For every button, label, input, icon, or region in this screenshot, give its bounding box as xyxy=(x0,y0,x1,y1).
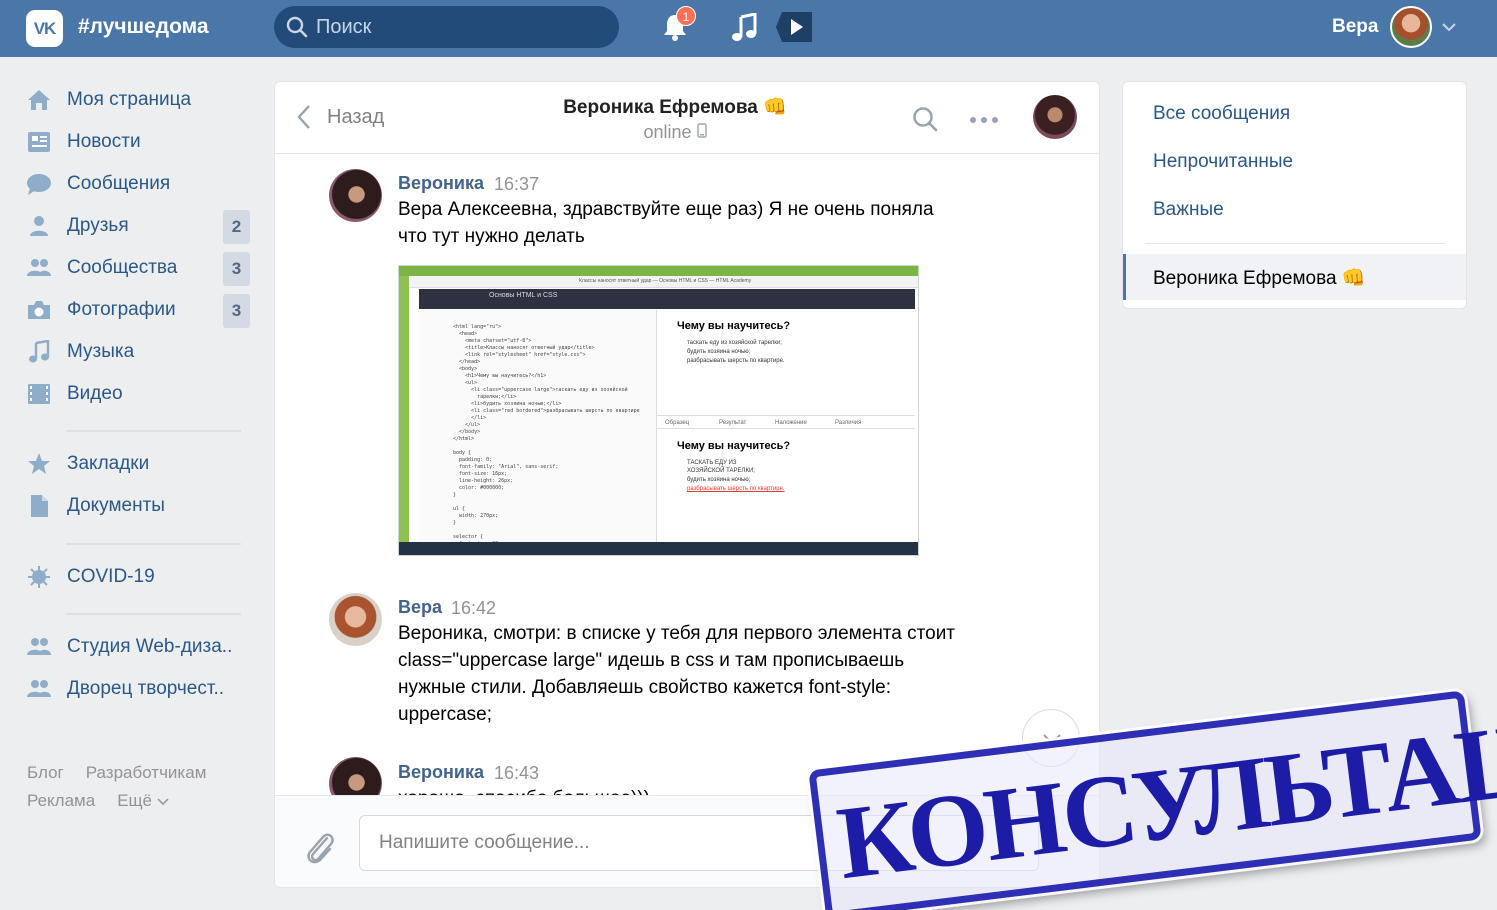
top-bar: VK #лучшедома 1 Вера xyxy=(0,0,1497,57)
avatar[interactable] xyxy=(329,169,382,222)
footer-ads[interactable]: Реклама xyxy=(27,791,95,810)
footer-blog[interactable]: Блог xyxy=(27,763,64,782)
paperclip-icon[interactable] xyxy=(302,828,336,866)
message-time[interactable]: 16:37 xyxy=(494,174,539,195)
filter-unread[interactable]: Непрочитанные xyxy=(1153,151,1293,173)
user-avatar[interactable] xyxy=(1390,6,1432,48)
nav-group-web-studio[interactable]: Студия Web-диза.. xyxy=(24,629,250,665)
search-input[interactable] xyxy=(316,14,606,40)
nav-video[interactable]: Видео xyxy=(24,376,250,412)
messages-icon xyxy=(24,169,54,199)
nav-my-page[interactable]: Моя страница xyxy=(24,82,250,118)
brand-hashtag[interactable]: #лучшедома xyxy=(78,15,209,39)
code-editor: <html lang="ru"> <head> <meta charset="u… xyxy=(419,310,657,554)
avatar[interactable] xyxy=(329,593,382,646)
message-time[interactable]: 16:43 xyxy=(494,763,539,784)
peer-avatar[interactable] xyxy=(1033,95,1077,139)
camera-icon xyxy=(24,295,54,325)
taskbar xyxy=(399,542,918,555)
vk-logo[interactable]: VK xyxy=(26,10,63,47)
nav-documents[interactable]: Документы xyxy=(24,488,250,524)
star-icon xyxy=(24,449,54,479)
groups-count: 3 xyxy=(223,252,250,286)
groups-icon xyxy=(24,253,54,283)
footer-more[interactable]: Ещё xyxy=(117,791,169,810)
home-icon xyxy=(24,85,54,115)
chevron-down-icon[interactable] xyxy=(1441,19,1457,35)
nav-messages[interactable]: Сообщения xyxy=(24,166,250,202)
more-icon[interactable] xyxy=(969,116,999,124)
nav-groups[interactable]: Сообщества 3 xyxy=(24,250,250,286)
nav-friends[interactable]: Друзья 2 xyxy=(24,208,250,244)
nav-bookmarks[interactable]: Закладки xyxy=(24,446,250,482)
nav-divider xyxy=(66,430,241,432)
mobile-icon xyxy=(696,123,707,138)
browser-address-bar: Классы наносят ответный удар — Основы HT… xyxy=(409,276,918,288)
active-conversation[interactable]: Вероника Ефремова 👊 xyxy=(1123,254,1466,300)
nav-covid[interactable]: COVID-19 xyxy=(24,559,250,595)
nav-music[interactable]: Музыка xyxy=(24,334,250,370)
message-author[interactable]: Вероника xyxy=(398,173,484,194)
peer-name[interactable]: Вероника Ефремова 👊 xyxy=(275,95,1075,119)
virus-icon xyxy=(24,562,54,592)
nav-divider xyxy=(66,613,241,615)
panel-divider xyxy=(1145,243,1445,244)
nav-news[interactable]: Новости xyxy=(24,124,250,160)
notification-badge: 1 xyxy=(676,6,696,26)
peer-status: online xyxy=(275,122,1075,143)
friends-icon xyxy=(24,211,54,241)
course-bar: Основы HTML и CSS xyxy=(419,289,915,309)
video-icon xyxy=(24,379,54,409)
message-author[interactable]: Вера xyxy=(398,597,442,618)
filter-all-messages[interactable]: Все сообщения xyxy=(1153,103,1290,125)
user-name[interactable]: Вера xyxy=(1332,16,1378,38)
photos-count: 3 xyxy=(223,294,250,328)
nav-photos[interactable]: Фотографии 3 xyxy=(24,292,250,328)
message-text: Вероника, смотри: в списке у тебя для пе… xyxy=(398,623,956,725)
filter-important[interactable]: Важные xyxy=(1153,199,1224,221)
nav-group-palace[interactable]: Дворец творчест.. xyxy=(24,671,250,707)
messages-filter-panel: Все сообщения Непрочитанные Важные Верон… xyxy=(1122,81,1467,309)
music-icon xyxy=(24,337,54,367)
footer-links: Блог Разработчикам xyxy=(27,763,228,783)
music-icon[interactable] xyxy=(731,13,759,43)
group-icon xyxy=(24,674,54,704)
preview-tabs: Образец Результат Наложение Различия xyxy=(657,415,915,429)
chevron-down-icon xyxy=(157,798,169,806)
nav-divider xyxy=(66,543,241,545)
footer-developers[interactable]: Разработчикам xyxy=(86,763,207,782)
message-author[interactable]: Вероника xyxy=(398,762,484,783)
preview-pane: Чему вы научитесь? таскать еду из хозяйс… xyxy=(657,310,915,542)
message-time[interactable]: 16:42 xyxy=(451,598,496,619)
video-play-icon[interactable] xyxy=(776,10,814,44)
message-text: Вера Алексеевна, здравствуйте еще раз) Я… xyxy=(398,199,934,247)
search-icon[interactable] xyxy=(912,106,938,132)
browser-sidebar xyxy=(399,276,409,542)
search-box[interactable] xyxy=(274,6,619,48)
news-icon xyxy=(24,127,54,157)
image-attachment[interactable]: Классы наносят ответный удар — Основы HT… xyxy=(398,265,919,556)
friends-count: 2 xyxy=(223,210,250,244)
search-icon xyxy=(286,16,308,38)
footer-links: Реклама Ещё xyxy=(27,791,191,811)
group-icon xyxy=(24,632,54,662)
browser-tabs xyxy=(399,266,918,276)
chat-header: Назад Вероника Ефремова 👊 online xyxy=(275,82,1099,154)
document-icon xyxy=(24,491,54,521)
